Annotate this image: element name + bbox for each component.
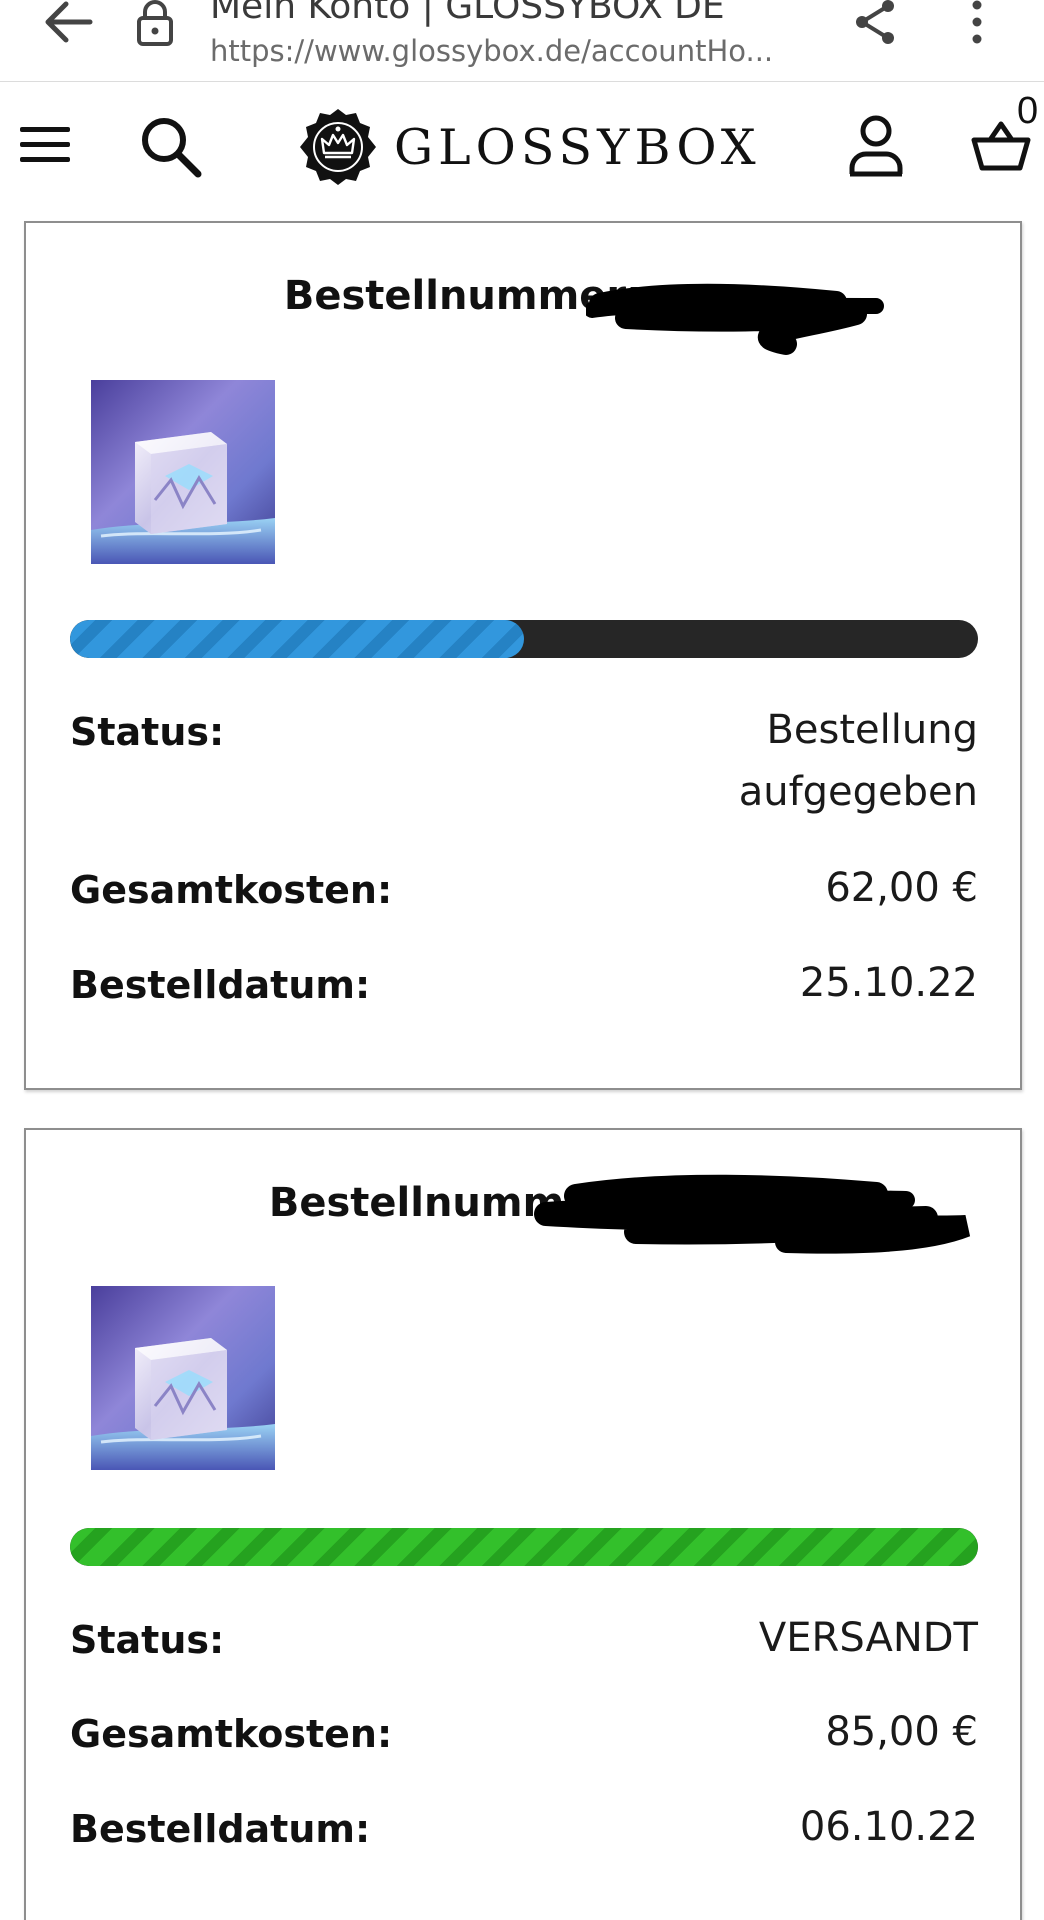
redaction-scribble	[586, 283, 884, 355]
glossybox-logo[interactable]: GLOSSYBOX	[298, 107, 761, 187]
status-value: VERSANDT	[758, 1615, 978, 1661]
total-label: Gesamtkosten:	[70, 868, 393, 912]
date-row: Bestelldatum: 06.10.22	[70, 1804, 978, 1867]
search-button[interactable]	[138, 114, 204, 180]
date-label: Bestelldatum:	[70, 1807, 371, 1851]
crown-badge-icon	[300, 109, 376, 185]
site-info-button[interactable]	[128, 0, 182, 46]
more-vertical-icon	[972, 0, 982, 44]
beauty-box-image	[91, 380, 275, 564]
date-value: 06.10.22	[799, 1804, 978, 1850]
total-row: Gesamtkosten: 85,00 €	[70, 1709, 978, 1772]
product-image[interactable]	[91, 1286, 275, 1470]
beauty-box-image	[91, 1286, 275, 1470]
share-button[interactable]	[846, 0, 906, 44]
status-label: Status:	[70, 710, 225, 754]
redaction-scribble	[534, 1174, 971, 1254]
total-value: 62,00 €	[825, 865, 978, 911]
date-value: 25.10.22	[799, 960, 978, 1006]
tab-title: Mein Konto | GLOSSYBOX DE	[210, 0, 725, 27]
arrow-left-icon	[45, 1, 93, 43]
status-row: Status: VERSANDT	[70, 1615, 978, 1678]
order-card: Bestellnummer:	[24, 1128, 1022, 1920]
order-progress-bar	[70, 620, 978, 658]
status-value: Bestellung aufgegeben	[738, 707, 978, 815]
product-image[interactable]	[91, 380, 275, 564]
logo-text: GLOSSYBOX	[394, 118, 761, 176]
user-icon	[849, 115, 903, 177]
lock-icon	[137, 0, 173, 46]
date-row: Bestelldatum: 25.10.22	[70, 960, 978, 1023]
back-button[interactable]	[36, 0, 100, 44]
search-icon	[142, 118, 202, 178]
hamburger-menu-icon	[20, 127, 70, 132]
site-header: GLOSSYBOX 0	[0, 82, 1044, 202]
account-button[interactable]	[846, 114, 906, 178]
share-icon	[856, 0, 894, 44]
menu-button[interactable]	[20, 127, 72, 165]
status-row: Status: Bestellung aufgegeben	[70, 707, 978, 834]
more-options-button[interactable]	[952, 0, 1002, 44]
total-value: 85,00 €	[825, 1709, 978, 1755]
status-label: Status:	[70, 1618, 225, 1662]
browser-toolbar: Mein Konto | GLOSSYBOX DE https://www.gl…	[0, 0, 1044, 82]
total-row: Gesamtkosten: 62,00 €	[70, 865, 978, 928]
date-label: Bestelldatum:	[70, 963, 371, 1007]
progress-fill	[70, 620, 524, 658]
total-label: Gesamtkosten:	[70, 1712, 393, 1756]
order-progress-bar	[70, 1528, 978, 1566]
order-card: Bestellnummer:	[24, 221, 1022, 1090]
progress-fill	[70, 1528, 978, 1566]
basket-count: 0	[1017, 90, 1039, 132]
url-bar[interactable]: https://www.glossybox.de/accountHo...	[210, 34, 820, 68]
